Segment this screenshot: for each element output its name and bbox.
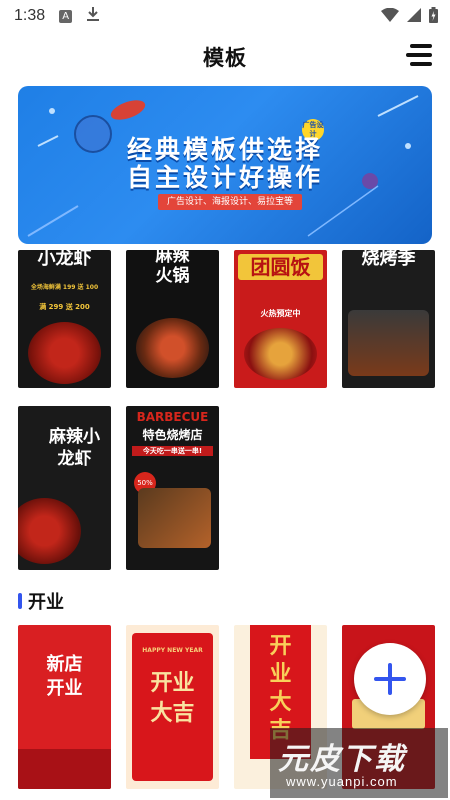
banner-title-line2: 自主设计好操作 — [126, 163, 323, 192]
template-card-new-store[interactable]: 新店开业 — [18, 625, 111, 789]
template-card-grand-opening-1[interactable]: HAPPY NEW YEAR 开业大吉 — [126, 625, 219, 789]
watermark-url: www.yuanpi.com — [286, 774, 398, 789]
template-card-reunion-dinner[interactable]: 团圆饭 火热预定中 — [234, 250, 327, 388]
wifi-icon — [381, 7, 399, 26]
template-card-spicy-crayfish[interactable]: 麻辣小龙虾 — [18, 406, 111, 570]
app-header: 模板 — [0, 32, 450, 78]
template-card-crayfish[interactable]: 小龙虾 全场海鲜满 199 送 100 满 299 送 200 — [18, 250, 111, 388]
card-title: 小龙虾 — [37, 250, 92, 269]
card-title: 新店开业 — [46, 654, 83, 699]
card-subtitle-2: 满 299 送 200 — [39, 303, 90, 311]
card-title: 开业大吉 — [150, 671, 195, 726]
card-title: 麻辣小龙虾 — [49, 427, 100, 469]
card-title: 团圆饭 — [238, 254, 323, 280]
card-title: 特色烧烤店 — [142, 428, 203, 442]
banner-title: 经典模板供选择 自主设计好操作 — [18, 136, 432, 192]
promo-banner[interactable]: 广告设计 经典模板供选择 自主设计好操作 广告设计、海报设计、易拉宝等 — [18, 86, 432, 244]
section-title-text: 开业 — [28, 592, 64, 613]
template-card-bbq-season[interactable]: 烧烤季 — [342, 250, 435, 388]
add-button[interactable] — [354, 643, 426, 715]
card-subtitle: 全场海鲜满 199 送 100 — [30, 284, 99, 291]
battery-icon — [429, 7, 438, 27]
card-title: 烧烤季 — [361, 250, 416, 269]
status-time: 1:38 — [14, 7, 46, 24]
card-subtitle: 今天吃一串送一串! — [132, 446, 213, 456]
menu-icon[interactable] — [406, 44, 432, 66]
card-en-title: BARBECUE — [136, 410, 209, 424]
notification-a-icon: A — [59, 9, 73, 23]
template-card-bbq-shop[interactable]: BARBECUE 特色烧烤店 今天吃一串送一串! 50% — [126, 406, 219, 570]
section-accent-bar — [18, 593, 22, 609]
template-card-hotpot[interactable]: 麻辣火锅 — [126, 250, 219, 388]
banner-title-line1: 经典模板供选择 — [126, 135, 323, 164]
signal-icon — [407, 8, 421, 26]
watermark-text: 元皮下载 — [278, 742, 406, 777]
download-icon — [86, 6, 100, 26]
status-bar: 1:38 A — [0, 0, 450, 32]
card-top-text: HAPPY NEW YEAR — [142, 647, 203, 654]
watermark: 元皮下载 www.yuanpi.com — [270, 728, 448, 798]
card-title: 麻辣火锅 — [155, 250, 190, 286]
page-title: 模板 — [203, 46, 247, 70]
banner-subtitle: 广告设计、海报设计、易拉宝等 — [158, 194, 302, 210]
section-title-opening: 开业 — [18, 590, 64, 613]
card-subtitle: 火热预定中 — [260, 309, 301, 318]
plus-icon — [374, 663, 406, 695]
